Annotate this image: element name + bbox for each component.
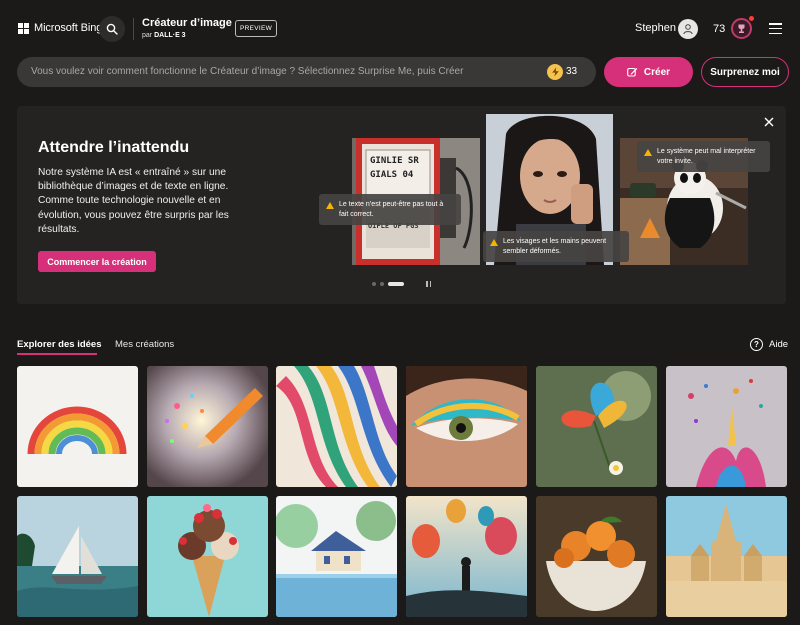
carousel-dot-2[interactable] [380,282,384,286]
pause-icon[interactable] [426,281,431,287]
tooltip-misinterpret: Le système peut mal interpréter votre in… [637,141,770,172]
warning-icon [326,202,334,209]
header-divider [133,18,134,40]
banner-title: Attendre l’inattendu [38,139,190,156]
search-icon [106,23,118,35]
idea-tile-lake-house[interactable] [276,496,397,617]
app-subtitle: par DALL·E 3 [142,32,186,39]
boost-count: 33 [566,66,578,77]
pump-label-2: GIALS 04 [370,170,414,180]
create-pencil-icon [627,67,638,77]
idea-tile-sailboat[interactable] [17,496,138,617]
idea-tile-color-ribbons[interactable] [276,366,397,487]
trophy-icon [738,24,745,33]
carousel-indicators[interactable] [372,282,404,286]
surprise-me-button[interactable]: Surprenez moi [701,57,789,87]
boost-icon[interactable] [547,64,563,80]
close-icon[interactable] [762,115,776,129]
warning-icon [644,149,652,156]
brand-name: Microsoft Bing [34,22,103,34]
hamburger-menu-icon[interactable] [769,23,782,34]
idea-tile-eye-makeup[interactable] [406,366,527,487]
help-button[interactable]: ? Aide [750,338,788,351]
start-creating-button[interactable]: Commencer la création [38,251,156,272]
user-avatar[interactable] [678,19,698,39]
idea-tile-oranges[interactable] [536,496,657,617]
tooltip-faces-hands: Les visages et les mains peuvent sembler… [483,231,629,262]
carousel-dot-1[interactable] [372,282,376,286]
idea-tile-sandcastle[interactable] [666,496,787,617]
tab-explore-ideas[interactable]: Explorer des idées [17,339,101,350]
notification-dot [749,16,754,21]
app-title[interactable]: Créateur d’image [142,17,232,29]
tab-my-creations[interactable]: Mes créations [115,339,174,350]
preview-badge: PREVIEW [235,20,277,37]
rewards-count[interactable]: 73 [713,23,725,35]
idea-tile-balloons[interactable] [406,496,527,617]
idea-tile-paint-splash[interactable] [666,366,787,487]
warning-icon [490,239,498,246]
idea-tile-butterfly[interactable] [536,366,657,487]
help-icon: ? [750,338,763,351]
user-name[interactable]: Stephen [635,22,676,34]
top-bar: Microsoft Bing Créateur d’image par DALL… [0,0,800,58]
idea-tile-ice-cream[interactable] [147,496,268,617]
create-label: Créer [643,66,671,78]
prompt-placeholder: Vous voulez voir comment fonctionne le C… [31,66,464,77]
prompt-input[interactable]: Vous voulez voir comment fonctionne le C… [17,57,596,87]
microsoft-logo-icon [18,22,29,34]
idea-tile-rainbow[interactable] [17,366,138,487]
pump-label-1: GINLIE SR [370,156,419,166]
active-tab-indicator [17,353,97,355]
intro-banner: Attendre l’inattendu Notre système IA es… [17,106,786,304]
tooltip-text-accuracy: Le texte n’est peut-être pas tout à fait… [319,194,461,225]
carousel-dot-3[interactable] [388,282,404,286]
microsoft-bing-logo[interactable]: Microsoft Bing [18,22,102,34]
search-button[interactable] [99,16,125,42]
person-icon [683,24,693,35]
banner-body: Notre système IA est « entraîné » sur un… [38,167,229,235]
idea-tile-pencil-sparks[interactable] [147,366,268,487]
rewards-button[interactable] [731,18,752,39]
help-label: Aide [769,339,789,350]
create-button[interactable]: Créer [604,57,693,87]
